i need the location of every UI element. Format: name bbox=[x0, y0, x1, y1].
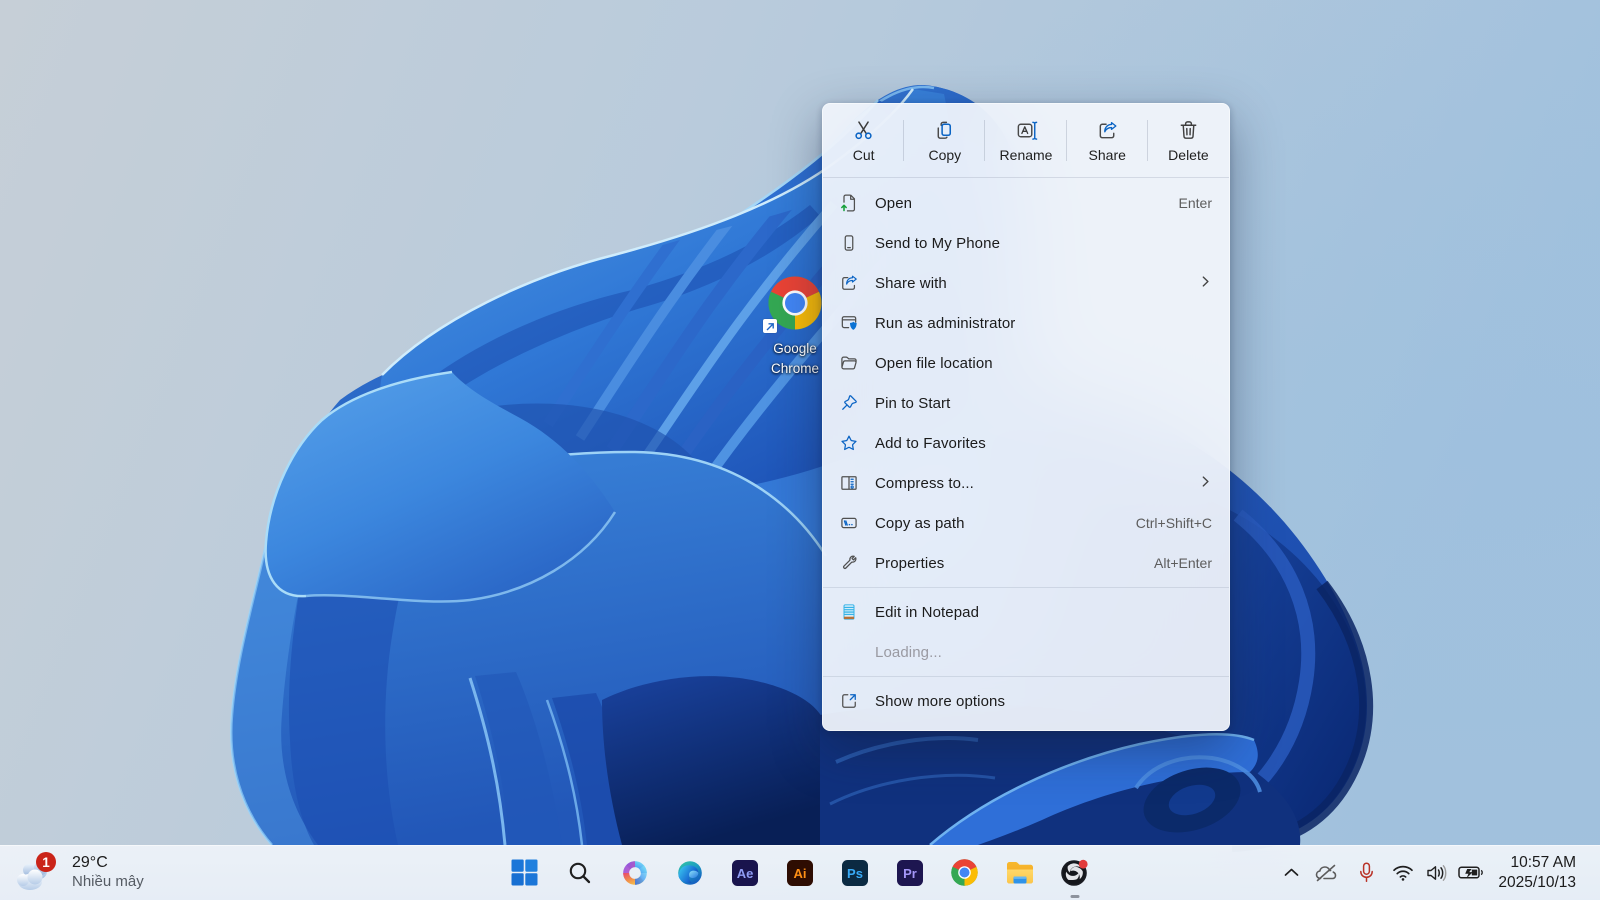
svg-text:Ae: Ae bbox=[736, 865, 753, 880]
svg-text:Pr: Pr bbox=[903, 865, 917, 880]
svg-text:Ps: Ps bbox=[847, 865, 863, 880]
svg-text:1: 1 bbox=[42, 855, 50, 870]
svg-text:Ai: Ai bbox=[793, 865, 806, 880]
